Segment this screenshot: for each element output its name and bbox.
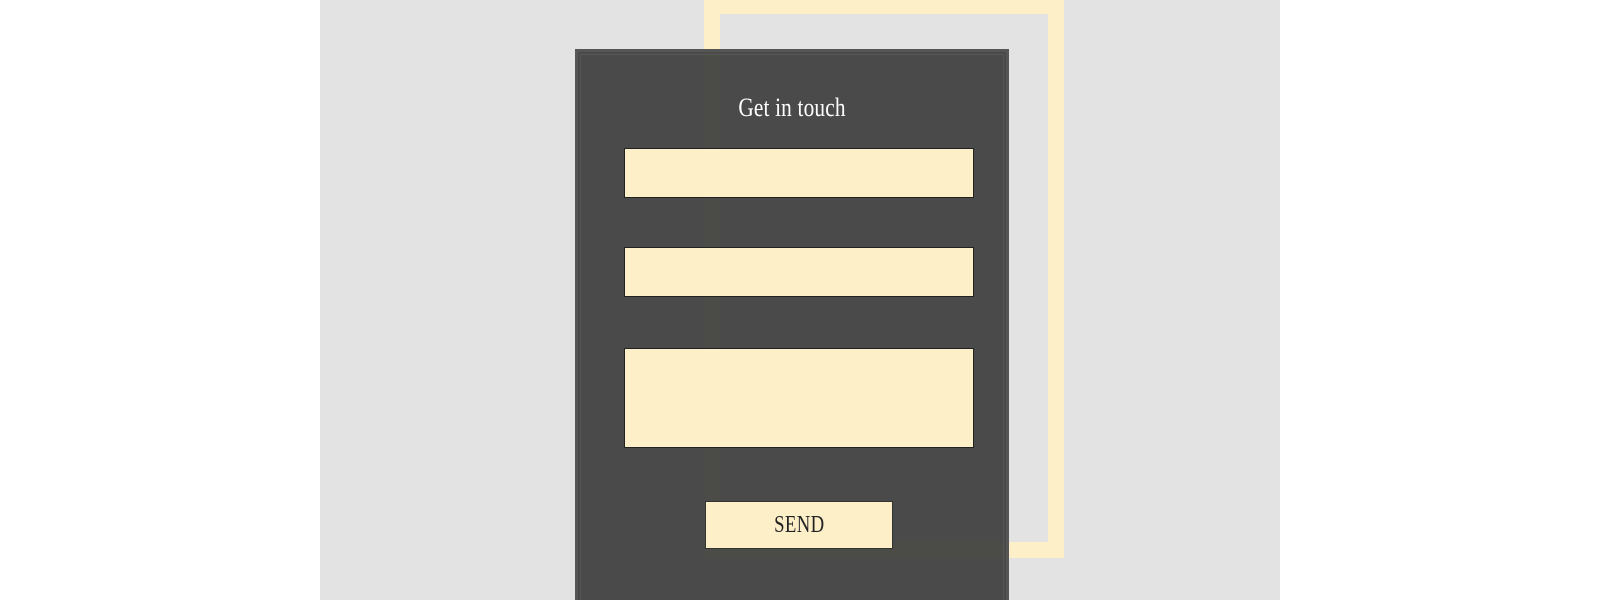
name-field[interactable]: [624, 148, 974, 198]
page-background-panel: Get in touch SEND: [320, 0, 1280, 600]
email-field[interactable]: [624, 247, 974, 297]
contact-form-card: Get in touch SEND: [575, 49, 1009, 600]
message-field[interactable]: [624, 348, 974, 448]
form-title: Get in touch: [738, 93, 846, 122]
send-button-label: SEND: [773, 511, 825, 538]
send-button[interactable]: SEND: [705, 501, 893, 549]
